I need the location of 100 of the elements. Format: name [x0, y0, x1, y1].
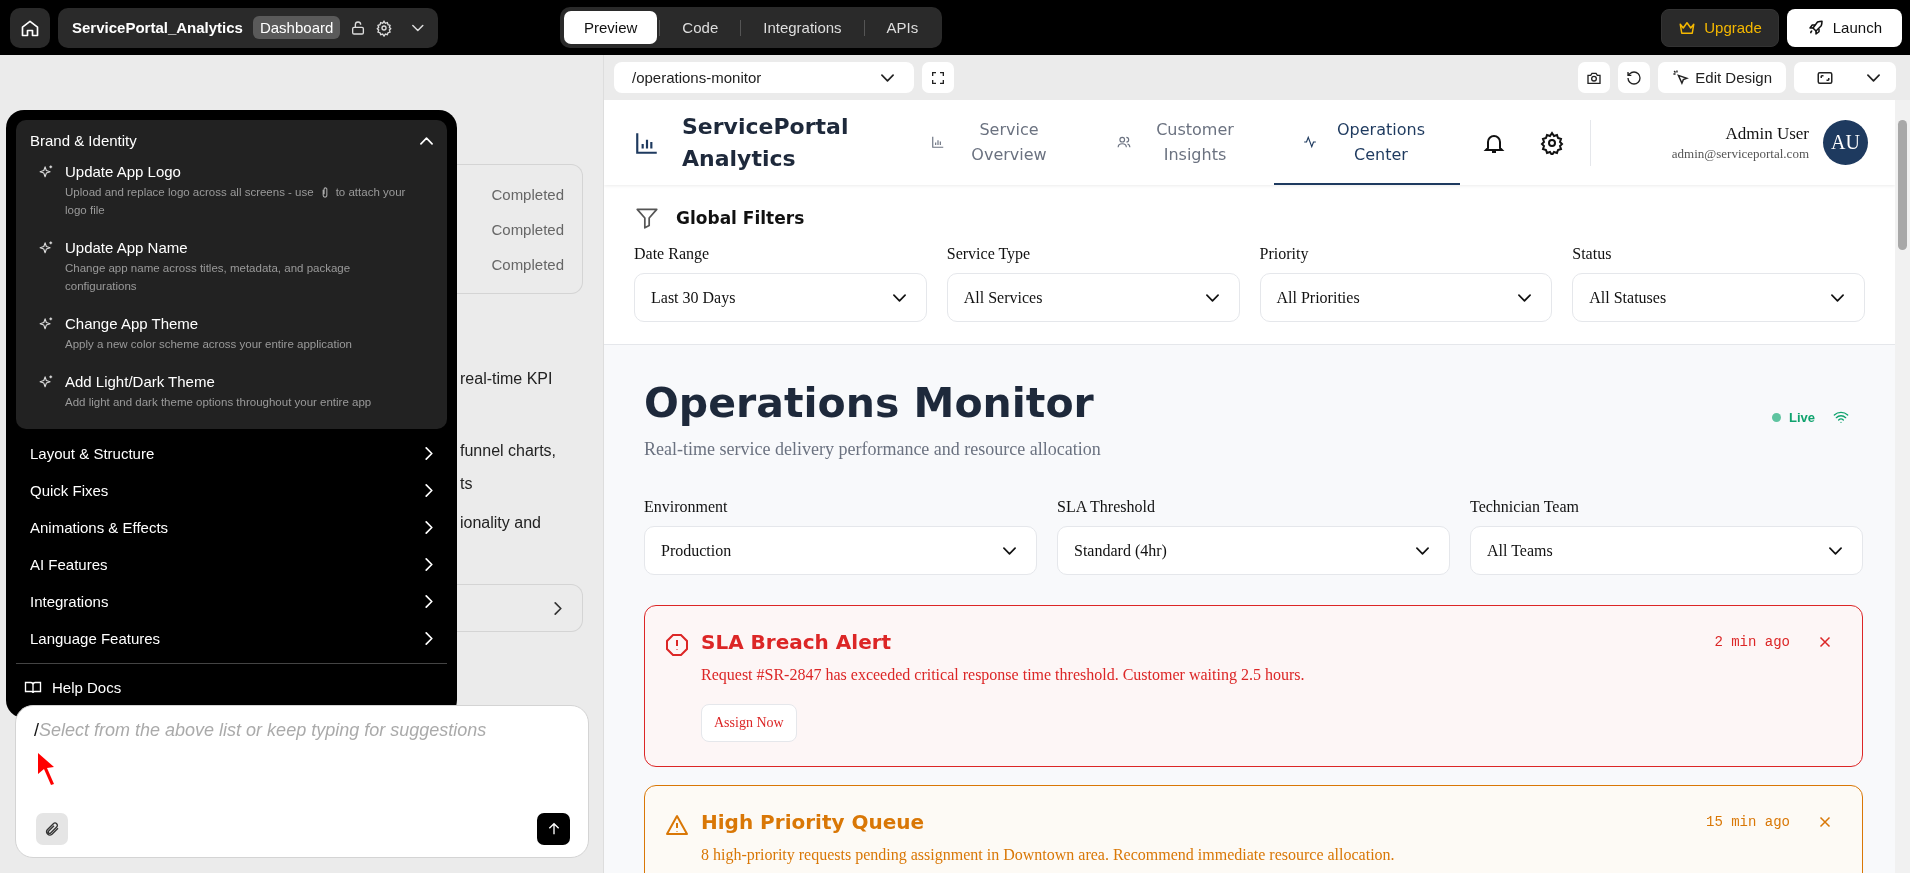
field-label: Service Type [946, 245, 1032, 263]
filters-title: Global Filters [676, 208, 805, 228]
status-text: Completed [491, 255, 564, 273]
viewport-button[interactable] [1794, 62, 1896, 93]
field-label: Priority [1259, 245, 1310, 263]
tab[interactable]: APIs [866, 11, 939, 44]
chevron-down-icon [1867, 73, 1880, 82]
tab[interactable]: Preview [564, 11, 658, 44]
app-brand: ServicePortal Analytics [682, 112, 850, 173]
expand-icon [930, 69, 946, 86]
tab[interactable]: Integrations [743, 11, 862, 44]
chevron-down-icon [881, 73, 894, 82]
filter-icon [634, 205, 660, 231]
status-text: Completed [491, 220, 564, 238]
input-placeholder: Select from the above list or keep typing for suggestions [39, 720, 487, 741]
menu-item-title[interactable]: Change App Theme [65, 315, 352, 332]
assign-button[interactable]: Assign Now [701, 704, 797, 742]
paperclip-icon [44, 821, 60, 837]
route-dropdown[interactable]: /operations-monitor [614, 62, 914, 93]
dropdown[interactable]: All Services [946, 273, 1240, 322]
settings-icon[interactable] [376, 18, 393, 37]
user-email: admin@serviceportal.com [1671, 145, 1809, 162]
menu-item-description: to attach your [335, 185, 406, 200]
rocket-icon [1806, 18, 1825, 37]
unlock-icon[interactable] [350, 18, 367, 37]
attach-button[interactable] [36, 813, 68, 845]
nav-tab[interactable]: Customer Insights [1088, 100, 1274, 185]
chevron-up-icon [420, 136, 433, 145]
pulse-icon [1303, 134, 1317, 149]
chevron-down-icon [892, 293, 906, 302]
alert-octagon-icon [665, 633, 689, 657]
alert-title: SLA Breach Alert [701, 630, 893, 654]
menu-item-description: logo file [65, 204, 105, 216]
field-label: Date Range [634, 245, 711, 263]
tab[interactable]: Code [662, 11, 739, 44]
chevron-right-icon [425, 447, 433, 460]
refresh-icon [1626, 69, 1643, 86]
alert-message: Request #SR-2847 has exceeded critical response time threshold. Customer waiting 2.5 hours. [701, 666, 1306, 684]
camera-button[interactable] [1578, 62, 1611, 93]
live-label: Live [1789, 409, 1815, 425]
menu-section[interactable]: Quick Fixes [16, 472, 447, 509]
dropdown[interactable]: All Statuses [1572, 273, 1865, 322]
message-text: ionality and [460, 513, 542, 533]
user-avatar[interactable]: AU [1823, 120, 1868, 165]
dropdown[interactable]: All Teams [1470, 526, 1863, 575]
chevron-down-icon [1831, 293, 1844, 302]
dropdown[interactable]: Last 30 Days [634, 273, 927, 322]
live-dot [1772, 412, 1781, 422]
menu-item-description: Upload and replace logo across all screens - use [65, 185, 314, 200]
message-text: ts [460, 474, 474, 494]
users-icon [1117, 134, 1131, 149]
menu-section[interactable]: Layout & Structure [16, 435, 447, 472]
edit-design-button[interactable]: Edit Design [1658, 62, 1786, 93]
launch-button[interactable]: Launch [1786, 8, 1902, 47]
chat-input[interactable]: /Select from the above list or keep typing for suggestions [15, 705, 589, 858]
chevron-right-icon [425, 484, 433, 497]
scrollbar[interactable] [1895, 100, 1910, 873]
menu-item-description: Apply a new color scheme across your entire application [65, 338, 352, 350]
upgrade-button[interactable]: Upgrade [1661, 8, 1779, 47]
nav-tab[interactable]: Service Overview [902, 100, 1088, 185]
dropdown[interactable]: Production [644, 526, 1037, 575]
page-badge: Dashboard [252, 16, 341, 39]
menu-section[interactable]: Integrations [16, 583, 447, 620]
menu-section[interactable]: AI Features [16, 546, 447, 583]
menu-item-title[interactable]: Update App Name [65, 239, 410, 256]
page-title: Operations Monitor [644, 379, 1095, 427]
bar-chart-icon [931, 134, 945, 149]
menu-section[interactable]: Animations & Effects [16, 509, 447, 546]
dropdown[interactable]: Standard (4hr) [1057, 526, 1450, 575]
help-docs-link[interactable]: Help Docs [16, 670, 130, 708]
message-text: funnel charts, [460, 441, 558, 461]
fullscreen-button[interactable] [922, 62, 954, 93]
menu-section[interactable]: Brand & Identity [30, 132, 433, 149]
wifi-icon [1833, 409, 1849, 425]
chevron-down-icon [1829, 546, 1842, 555]
home-button[interactable] [10, 7, 50, 48]
chevron-down-icon [1416, 546, 1429, 555]
user-name: Admin User [1725, 123, 1809, 144]
chevron-right-icon [425, 521, 433, 534]
send-button[interactable] [537, 813, 570, 845]
alert-title: High Priority Queue [701, 810, 926, 834]
dropdown[interactable]: All Priorities [1259, 273, 1553, 322]
menu-item-title[interactable]: Update App Logo [65, 163, 406, 180]
chevron-right-icon [425, 632, 433, 645]
chevron-down-icon [412, 23, 424, 32]
chevron-right-icon [425, 558, 433, 571]
field-label: Status [1572, 245, 1613, 263]
menu-section[interactable]: Language Features [16, 620, 447, 657]
alert-time: 2 min ago [1714, 634, 1790, 650]
field-label: Environment [644, 498, 729, 516]
project-name: ServicePortal_Analytics [72, 19, 243, 36]
message-text: real-time KPI [460, 369, 554, 389]
input-value: / [34, 720, 39, 741]
field-label: SLA Threshold [1057, 498, 1156, 516]
alert-time: 15 min ago [1706, 814, 1790, 830]
menu-item-title[interactable]: Add Light/Dark Theme [65, 373, 372, 390]
status-text: Completed [491, 185, 564, 203]
refresh-button[interactable] [1618, 62, 1651, 93]
alert-message: 8 high-priority requests pending assignment in Downtown area. Recommend immediate resource allocation. [701, 846, 1396, 864]
warning-triangle-icon [665, 813, 689, 837]
